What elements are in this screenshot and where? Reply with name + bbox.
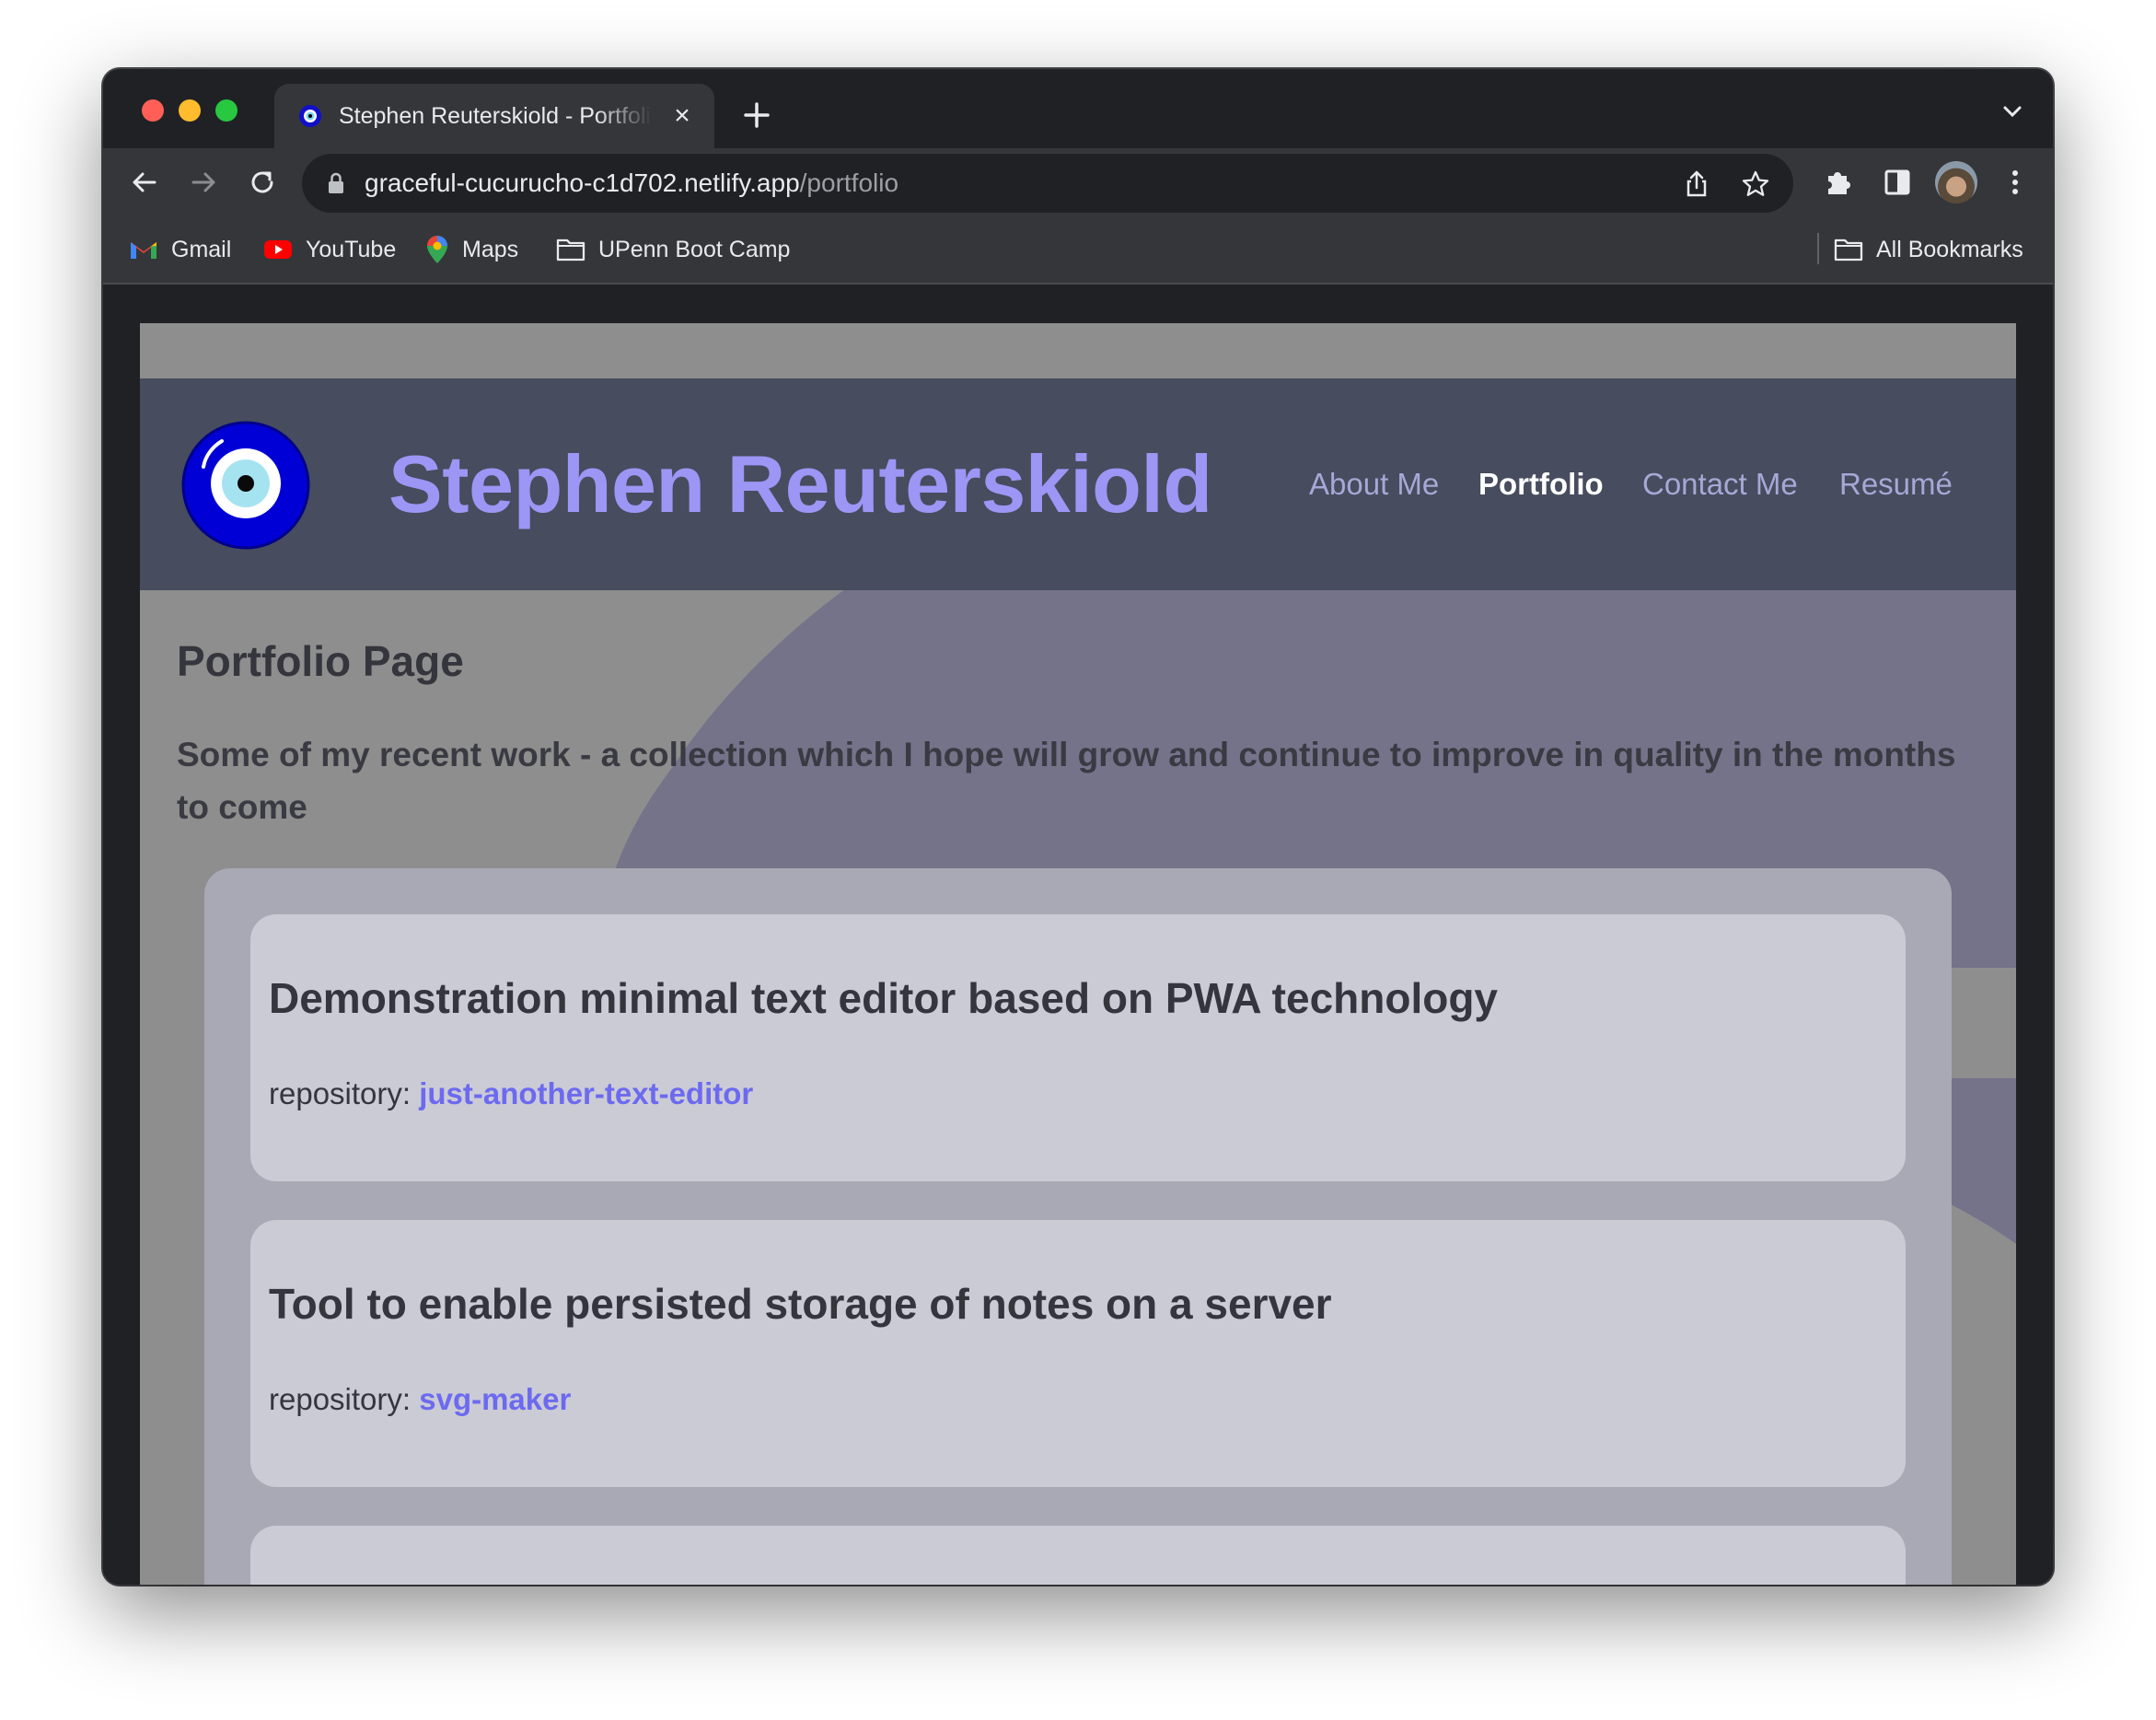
profile-avatar[interactable] <box>1935 161 1977 203</box>
side-panel-icon[interactable] <box>1880 165 1915 200</box>
bookmarks-bar: Gmail YouTube Maps UPenn Boot Camp All B… <box>103 216 2053 285</box>
browser-tab[interactable]: Stephen Reuterskiold - Portfolio × <box>274 84 714 148</box>
chevron-down-icon[interactable] <box>2000 100 2025 122</box>
bookmark-label: UPenn Boot Camp <box>598 236 791 262</box>
lock-icon[interactable] <box>328 172 344 194</box>
browser-toolbar: graceful-cucurucho-c1d702.netlify.app/po… <box>103 148 2053 216</box>
url-path: /portfolio <box>799 169 899 197</box>
bookmark-folder-upenn[interactable]: UPenn Boot Camp <box>556 235 790 264</box>
nav-resume[interactable]: Resumé <box>1839 467 1953 502</box>
reload-icon[interactable] <box>245 165 280 200</box>
repo-label: repository: <box>269 1076 411 1110</box>
url-text: graceful-cucurucho-c1d702.netlify.app/po… <box>365 169 898 198</box>
address-bar[interactable]: graceful-cucurucho-c1d702.netlify.app/po… <box>302 154 1793 213</box>
folder-icon <box>1834 238 1863 261</box>
nav-about-me[interactable]: About Me <box>1309 467 1439 502</box>
all-bookmarks-button[interactable]: All Bookmarks <box>1834 235 2023 264</box>
evil-eye-favicon-icon <box>299 105 321 127</box>
bookmark-star-icon[interactable] <box>1740 169 1771 200</box>
url-domain: graceful-cucurucho-c1d702.netlify.app <box>365 169 800 197</box>
bookmark-label: Gmail <box>171 236 232 262</box>
evil-eye-logo-icon[interactable] <box>181 421 310 550</box>
repo-link[interactable]: just-another-text-editor <box>419 1076 753 1110</box>
tab-strip: Stephen Reuterskiold - Portfolio × <box>103 69 2053 148</box>
site-header: Stephen Reuterskiold About Me Portfolio … <box>140 378 2016 590</box>
bookmark-maps[interactable]: Maps <box>425 235 518 264</box>
folder-icon <box>556 238 585 261</box>
project-title: Demonstration minimal text editor based … <box>269 974 1499 1022</box>
project-card: Tool to enable persisted storage of note… <box>250 1220 1906 1487</box>
back-arrow-icon[interactable] <box>127 165 162 200</box>
page-heading: Portfolio Page <box>177 637 464 685</box>
all-bookmarks-label: All Bookmarks <box>1876 236 2023 262</box>
bookmark-divider <box>1817 233 1819 264</box>
tab-title: Stephen Reuterskiold - Portfolio <box>339 103 652 129</box>
repo-label: repository: <box>269 1382 411 1416</box>
maps-icon <box>427 236 447 263</box>
more-options-icon[interactable] <box>1998 165 2033 200</box>
page-intro: Some of my recent work - a collection wh… <box>177 736 1956 826</box>
project-card <box>250 1526 1906 1585</box>
share-icon[interactable] <box>1681 169 1712 200</box>
new-tab-icon[interactable] <box>738 97 775 134</box>
extensions-puzzle-icon[interactable] <box>1821 165 1856 200</box>
minimize-window-button[interactable] <box>179 99 201 122</box>
bookmark-gmail[interactable]: Gmail <box>129 235 231 264</box>
web-content: Stephen Reuterskiold About Me Portfolio … <box>103 285 2053 1585</box>
site-title: Stephen Reuterskiold <box>388 438 1212 529</box>
close-window-button[interactable] <box>142 99 164 122</box>
maximize-window-button[interactable] <box>215 99 238 122</box>
project-repo: repository: just-another-text-editor <box>269 1076 753 1111</box>
nav-contact-me[interactable]: Contact Me <box>1642 467 1798 502</box>
gmail-icon <box>131 242 156 259</box>
project-repo: repository: svg-maker <box>269 1382 571 1417</box>
portfolio-page: Stephen Reuterskiold About Me Portfolio … <box>140 323 2016 1585</box>
bookmark-youtube[interactable]: YouTube <box>263 235 396 264</box>
projects-container: Demonstration minimal text editor based … <box>204 868 1952 1585</box>
project-title: Tool to enable persisted storage of note… <box>269 1280 1332 1328</box>
tab-close-icon[interactable]: × <box>670 102 694 130</box>
bookmark-label: Maps <box>462 236 519 262</box>
project-card: Demonstration minimal text editor based … <box>250 914 1906 1181</box>
bookmark-label: YouTube <box>306 236 397 262</box>
nav-portfolio[interactable]: Portfolio <box>1478 467 1604 502</box>
repo-link[interactable]: svg-maker <box>419 1382 571 1416</box>
youtube-icon <box>264 240 292 259</box>
browser-window: Stephen Reuterskiold - Portfolio × grace… <box>103 69 2053 1585</box>
forward-arrow-icon[interactable] <box>186 165 221 200</box>
